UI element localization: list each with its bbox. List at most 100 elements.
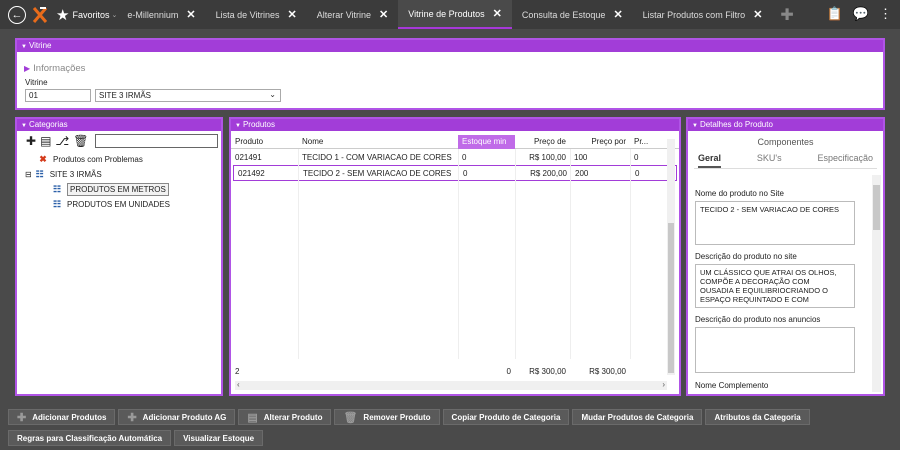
descricao-anuncios-textarea[interactable] [695, 327, 855, 373]
column-header-produto[interactable]: Produto [231, 137, 298, 146]
nome-site-textarea[interactable]: TECIDO 2 - SEM VARIACAO DE CORES [695, 201, 855, 245]
tab-e-millennium[interactable]: e-Millennium ✕ [117, 0, 205, 29]
close-icon[interactable]: ✕ [186, 8, 195, 21]
red-x-icon: ✖ [39, 154, 47, 164]
tree-item-produtos-com-problemas[interactable]: ✖ Produtos com Problemas [25, 152, 221, 167]
close-icon[interactable]: ✕ [379, 8, 388, 21]
auto-classification-rules-button[interactable]: Regras para Classificação Automática [8, 430, 172, 446]
tree-item-produtos-em-metros[interactable]: ☷ PRODUTOS EM METROS [25, 182, 221, 197]
horizontal-scrollbar[interactable]: ‹ › [235, 380, 667, 390]
scroll-right-icon[interactable]: › [662, 380, 665, 389]
vitrine-code-input[interactable]: 01 [25, 89, 91, 102]
close-icon[interactable]: ✕ [613, 8, 622, 21]
scroll-thumb[interactable] [668, 223, 674, 373]
cell-pr: 0 [635, 168, 640, 178]
components-label[interactable]: Componentes [688, 137, 883, 147]
tree-structure-icon: ☷ [52, 184, 62, 194]
chevron-down-icon[interactable]: ⌄ [269, 90, 276, 99]
category-attributes-button[interactable]: Atributos da Categoria [705, 409, 810, 425]
detalhes-panel: ▼ Detalhes do Produto Componentes Geral S… [686, 117, 885, 396]
move-products-category-button[interactable]: Mudar Produtos de Categoria [572, 409, 703, 425]
category-search-input[interactable] [95, 134, 219, 148]
tab-label: Consulta de Estoque [521, 9, 606, 20]
copy-product-category-button[interactable]: Copiar Produto de Categoria [442, 409, 570, 425]
edit-product-button[interactable]: ▤ Alterar Produto [238, 409, 332, 425]
edit-list-icon[interactable]: ▤ [40, 134, 51, 148]
action-bar: ✚ Adicionar Produtos ✚ Adicionar Produto A… [8, 409, 810, 425]
nome-site-label: Nome do produto no Site [695, 189, 784, 198]
footer-estoque: 0 [506, 367, 511, 376]
vitrine-select[interactable]: SITE 3 IRMÃS ⌄ [95, 89, 281, 102]
panel-header[interactable]: ▼ Categorias [17, 119, 221, 131]
panel-header[interactable]: ▼ Detalhes do Produto [688, 119, 883, 131]
button-label: Alterar Produto [263, 412, 323, 422]
tab-vitrine-de-produtos[interactable]: Vitrine de Produtos ✕ [398, 0, 512, 29]
nome-site-value: TECIDO 2 - SEM VARIACAO DE CORES [700, 205, 840, 214]
close-icon[interactable]: ✕ [493, 7, 502, 20]
cell-preco-de: R$ 100,00 [529, 152, 566, 162]
column-header-pr[interactable]: Pr... [630, 137, 656, 146]
tab-especificacao[interactable]: Especificação [817, 153, 873, 168]
column-header-preco-de[interactable]: Preço de [515, 137, 570, 146]
nome-complemento-label: Nome Complemento [695, 381, 769, 390]
app-logo-icon[interactable] [32, 6, 48, 24]
add-tab-icon[interactable]: ✚ [780, 5, 793, 25]
tree-item-site-3-irmas[interactable]: ⊟ ☷ SITE 3 IRMÃS [25, 167, 221, 182]
close-icon[interactable]: ✕ [287, 8, 296, 21]
add-icon[interactable]: ✚ [26, 134, 36, 148]
clipboard-icon[interactable]: 📋 [827, 6, 843, 22]
scroll-left-icon[interactable]: ‹ [237, 380, 240, 389]
button-label: Remover Produto [363, 412, 431, 422]
button-label: Atributos da Categoria [714, 412, 801, 422]
collapse-icon[interactable]: ▼ [21, 123, 27, 129]
view-stock-button[interactable]: Visualizar Estoque [174, 430, 264, 446]
descricao-site-label: Descrição do produto no site [695, 252, 797, 261]
back-icon[interactable]: ← [8, 5, 26, 24]
cell-preco-por: 100 [574, 152, 588, 162]
table-row-selected[interactable]: 021492 TECIDO 2 - SEM VARIACAO DE CORES … [233, 165, 677, 181]
remove-product-button[interactable]: 🗑 Remover Produto [334, 409, 440, 425]
grid-header: Produto Nome Estoque min Preço de Preço … [231, 134, 679, 149]
collapse-icon[interactable]: ▼ [692, 123, 698, 129]
collapse-icon[interactable]: ▼ [235, 123, 241, 129]
button-label: Visualizar Estoque [183, 433, 255, 443]
collapse-icon[interactable]: ▼ [21, 44, 27, 50]
tab-consulta-de-estoque[interactable]: Consulta de Estoque ✕ [512, 0, 633, 29]
produtos-panel: ▼ Produtos Produto Nome Estoque min Preço… [229, 117, 681, 396]
favorites-menu[interactable]: Favoritos [72, 10, 109, 20]
tab-label: e-Millennium [127, 9, 179, 20]
plus-icon: ✚ [17, 411, 27, 424]
collapse-tree-icon[interactable]: ⊟ [25, 170, 32, 179]
close-icon[interactable]: ✕ [753, 8, 762, 21]
more-vertical-icon[interactable]: ⋮ [879, 6, 892, 22]
categorias-panel: ▼ Categorias ✚ ▤ ⎇ 🗑 ✖ Produtos com Probl… [15, 117, 223, 396]
scroll-thumb[interactable] [873, 185, 880, 230]
details-scrollbar[interactable] [872, 175, 881, 392]
tab-geral[interactable]: Geral [698, 153, 722, 168]
vertical-scrollbar[interactable] [667, 139, 675, 375]
panel-header[interactable]: ▼ Produtos [231, 119, 679, 131]
column-header-preco-por[interactable]: Preço por [570, 137, 630, 146]
add-product-ag-button[interactable]: ✚ Adicionar Produto AG [118, 409, 236, 425]
info-section-header[interactable]: ▶ Informações [24, 63, 883, 74]
tree-structure-icon: ☷ [52, 199, 62, 209]
tab-label: Alterar Vitrine [316, 9, 372, 20]
panel-header[interactable]: ▼ Vitrine [17, 40, 883, 52]
tab-lista-de-vitrines[interactable]: Lista de Vitrines ✕ [206, 0, 307, 29]
tab-alterar-vitrine[interactable]: Alterar Vitrine ✕ [307, 0, 399, 29]
column-header-estoque-min[interactable]: Estoque min [458, 134, 515, 149]
tab-skus[interactable]: SKU's [757, 153, 782, 168]
trash-icon[interactable]: 🗑 [73, 134, 88, 148]
descricao-site-textarea[interactable]: UM CLÁSSICO QUE ATRAI OS OLHOS, COMPÕE A… [695, 264, 855, 308]
expand-icon: ▶ [24, 64, 31, 73]
tree-item-produtos-em-unidades[interactable]: ☷ PRODUTOS EM UNIDADES [25, 197, 221, 212]
descricao-anuncios-label: Descrição do produto nos anuncios [695, 315, 821, 324]
tree-move-icon[interactable]: ⎇ [55, 134, 69, 148]
star-icon[interactable]: ★ [56, 6, 69, 24]
cell-estoque: 0 [462, 152, 467, 162]
chat-icon[interactable]: 💬 [853, 6, 869, 22]
add-products-button[interactable]: ✚ Adicionar Produtos [8, 409, 116, 425]
button-label: Regras para Classificação Automática [17, 433, 163, 443]
column-header-nome[interactable]: Nome [298, 137, 458, 146]
tab-listar-produtos-com-filtro[interactable]: Listar Produtos com Filtro ✕ [633, 0, 773, 29]
